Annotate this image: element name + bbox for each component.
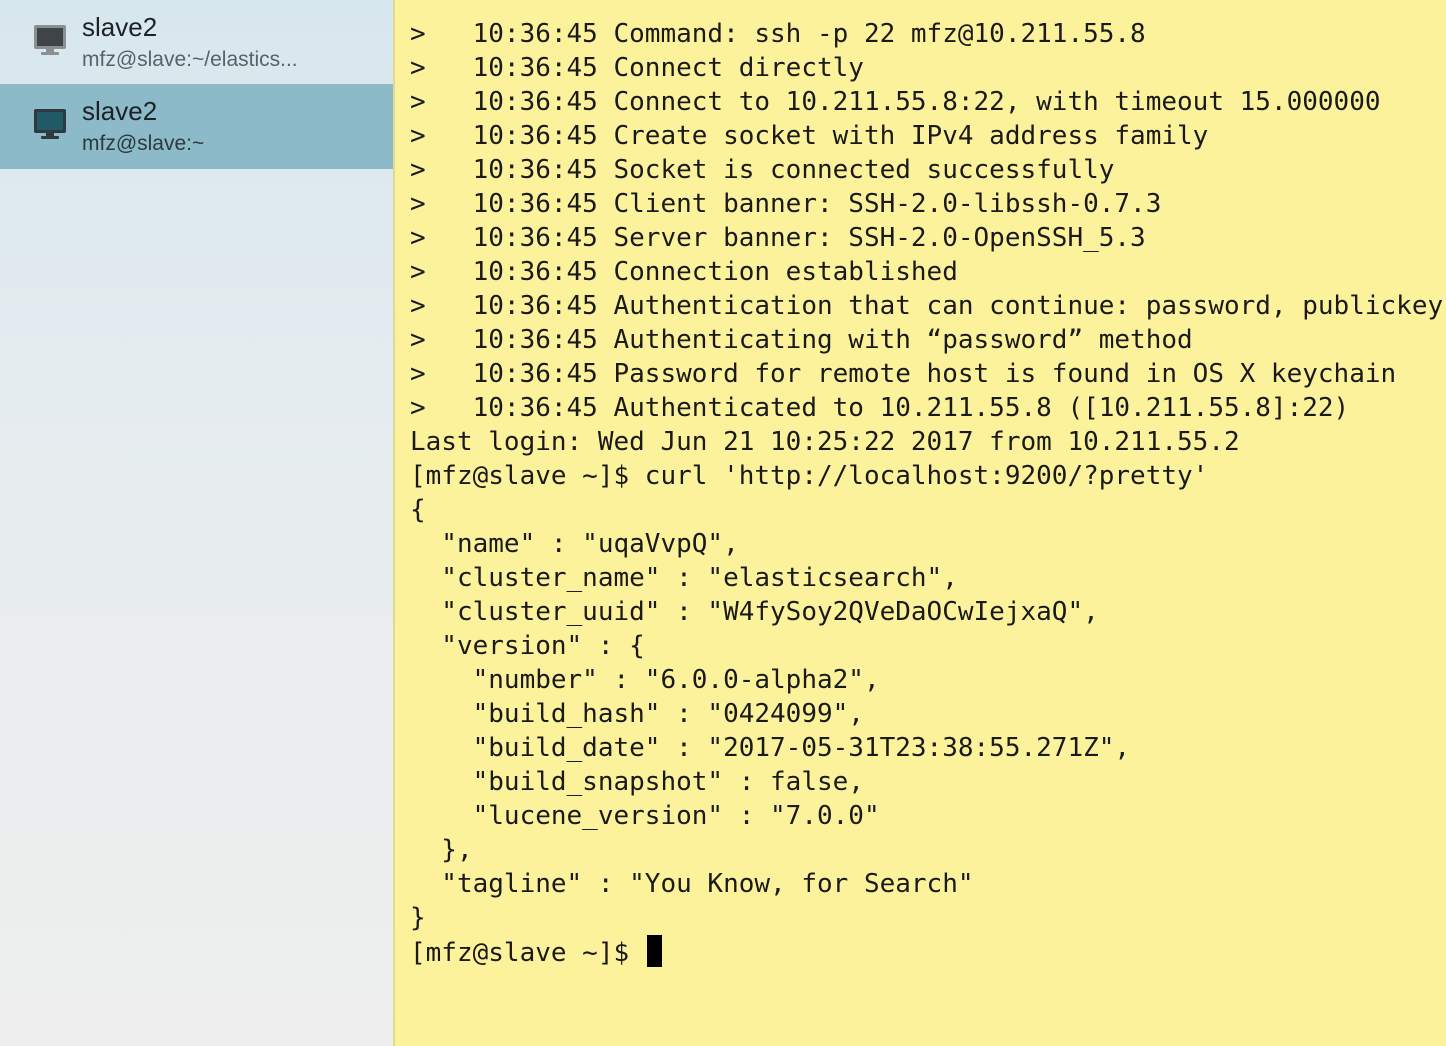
- terminal-line: }: [410, 903, 426, 933]
- monitor-icon: [34, 109, 66, 139]
- terminal-line: "build_snapshot" : false,: [410, 767, 864, 797]
- monitor-icon: [34, 25, 66, 55]
- terminal-line: {: [410, 495, 426, 525]
- terminal-output: > 10:36:45 Command: ssh -p 22 mfz@10.211…: [410, 17, 1446, 969]
- terminal-line: > 10:36:45 Authenticating with “password…: [410, 325, 1193, 355]
- session-subtitle: mfz@slave:~: [82, 132, 205, 155]
- session-item-slave2-home[interactable]: slave2 mfz@slave:~: [0, 84, 393, 169]
- terminal-line: > 10:36:45 Connect to 10.211.55.8:22, wi…: [410, 87, 1381, 117]
- session-sidebar: slave2 mfz@slave:~/elastics... slave2 mf…: [0, 0, 393, 1046]
- terminal-line: },: [410, 835, 473, 865]
- terminal-line: > 10:36:45 Authentication that can conti…: [410, 291, 1444, 321]
- terminal-line: > 10:36:45 Client banner: SSH-2.0-libssh…: [410, 189, 1162, 219]
- session-item-slave2-elasticsearch[interactable]: slave2 mfz@slave:~/elastics...: [0, 0, 393, 85]
- session-title: slave2: [82, 12, 158, 42]
- terminal-line: "number" : "6.0.0-alpha2",: [410, 665, 880, 695]
- terminal-line: > 10:36:45 Password for remote host is f…: [410, 359, 1397, 389]
- session-subtitle: mfz@slave:~/elastics...: [82, 48, 298, 71]
- terminal-prompt-line[interactable]: [mfz@slave ~]$: [410, 935, 1446, 969]
- terminal-line: [mfz@slave ~]$ curl 'http://localhost:92…: [410, 461, 1209, 491]
- terminal-line: > 10:36:45 Socket is connected successfu…: [410, 155, 1115, 185]
- shell-prompt: [mfz@slave ~]$: [410, 938, 645, 968]
- terminal-cursor: [646, 935, 662, 967]
- terminal-line: Last login: Wed Jun 21 10:25:22 2017 fro…: [410, 427, 1240, 457]
- terminal-line: > 10:36:45 Connection established: [410, 257, 958, 287]
- terminal-line: "build_date" : "2017-05-31T23:38:55.271Z…: [410, 733, 1131, 763]
- terminal-pane[interactable]: > 10:36:45 Command: ssh -p 22 mfz@10.211…: [395, 0, 1446, 1046]
- terminal-line: > 10:36:45 Server banner: SSH-2.0-OpenSS…: [410, 223, 1146, 253]
- session-title: slave2: [82, 96, 158, 126]
- terminal-line: "lucene_version" : "7.0.0": [410, 801, 880, 831]
- terminal-line: "cluster_name" : "elasticsearch",: [410, 563, 958, 593]
- terminal-line: > 10:36:45 Connect directly: [410, 53, 864, 83]
- terminal-line: > 10:36:45 Create socket with IPv4 addre…: [410, 121, 1209, 151]
- terminal-line: > 10:36:45 Command: ssh -p 22 mfz@10.211…: [410, 19, 1146, 49]
- terminal-line: "cluster_uuid" : "W4fySoy2QVeDaOCwIejxaQ…: [410, 597, 1099, 627]
- terminal-line: "tagline" : "You Know, for Search": [410, 869, 974, 899]
- terminal-line: "build_hash" : "0424099",: [410, 699, 864, 729]
- terminal-line: "name" : "uqaVvpQ",: [410, 529, 739, 559]
- terminal-line: > 10:36:45 Authenticated to 10.211.55.8 …: [410, 393, 1350, 423]
- terminal-line: "version" : {: [410, 631, 645, 661]
